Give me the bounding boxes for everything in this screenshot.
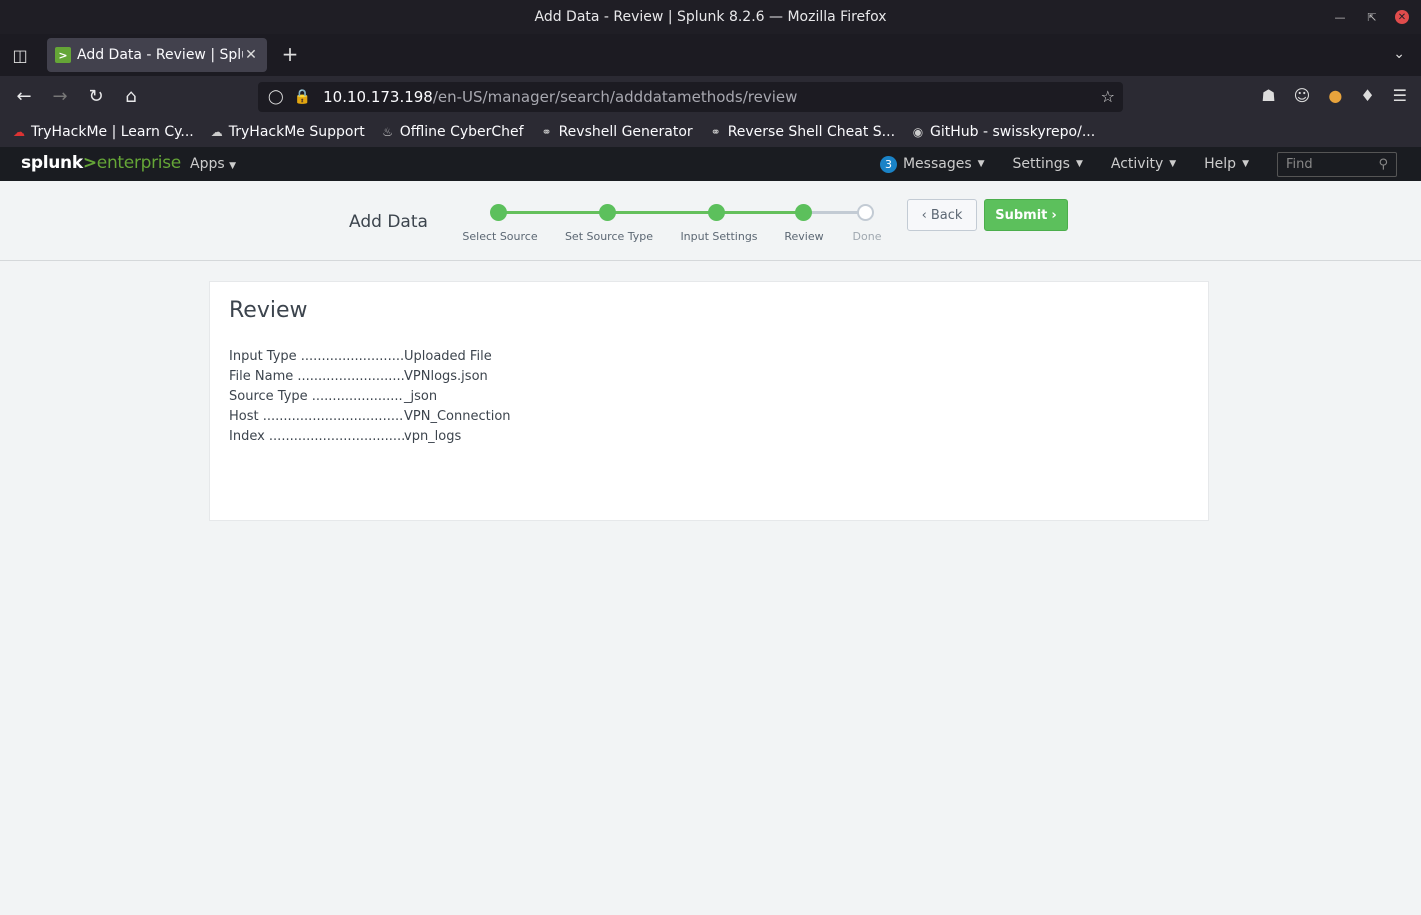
url-security-icons[interactable]: ◯ 🔒	[268, 89, 311, 105]
settings-menu[interactable]: Settings ▼	[1013, 156, 1083, 172]
splunk-logo[interactable]: splunk>enterprise	[21, 153, 181, 173]
cloud-icon: ☁	[210, 125, 223, 139]
activity-menu[interactable]: Activity ▼	[1111, 156, 1176, 172]
step-dot-select-source	[490, 204, 507, 221]
help-menu[interactable]: Help ▼	[1204, 156, 1249, 172]
url-host: 10.10.173.198	[323, 88, 433, 106]
url-path: /en-US/manager/search/adddatamethods/rev…	[432, 88, 798, 106]
window-controls: — ⇱ ✕	[1331, 8, 1409, 26]
bookmark-cyberchef[interactable]: ♨ Offline CyberChef	[381, 124, 523, 140]
minimize-icon[interactable]: —	[1331, 8, 1349, 26]
search-icon: ⚲	[1378, 156, 1388, 172]
bookmark-tryhackme-support[interactable]: ☁ TryHackMe Support	[210, 124, 365, 140]
globe-icon: ⚭	[710, 125, 721, 139]
extension-cookie-icon[interactable]: ●	[1328, 86, 1342, 105]
find-input[interactable]: Find ⚲	[1277, 151, 1397, 177]
shield-icon[interactable]: ◯	[268, 89, 284, 105]
caret-down-icon: ▼	[1242, 159, 1249, 169]
globe-icon: ⚭	[541, 125, 552, 139]
home-icon[interactable]: ⌂	[120, 86, 142, 108]
pocket-icon[interactable]: ☗	[1261, 86, 1275, 105]
chevron-right-icon: ›	[1051, 207, 1057, 223]
review-row-index: Index ..................................…	[229, 429, 462, 444]
firefox-view-icon[interactable]: ◫	[0, 34, 40, 76]
restore-icon[interactable]: ⇱	[1363, 8, 1381, 26]
caret-down-icon: ▼	[977, 159, 985, 169]
list-all-tabs-icon[interactable]: ⌄	[1393, 46, 1405, 62]
tab-title: Add Data - Review | Splunk 8.2.6	[77, 47, 243, 63]
chef-hat-icon: ♨	[382, 125, 394, 139]
progress-line-complete	[498, 211, 803, 214]
bookmarks-toolbar: ☁ TryHackMe | Learn Cy... ☁ TryHackMe Su…	[0, 118, 1421, 146]
step-dot-done	[857, 204, 874, 221]
review-panel: Review Input Type ......................…	[209, 281, 1209, 521]
url-bar[interactable]: ◯ 🔒 10.10.173.198/en-US/manager/search/a…	[258, 82, 1123, 112]
bookmark-reverse-shell-cheat[interactable]: ⚭ Reverse Shell Cheat S...	[709, 124, 895, 140]
bookmark-revshell[interactable]: ⚭ Revshell Generator	[540, 124, 693, 140]
step-label-set-source-type: Set Source Type	[564, 230, 654, 243]
review-row-host: Host ...................................…	[229, 409, 511, 424]
messages-menu[interactable]: 3 Messages ▼	[879, 155, 985, 173]
account-icon[interactable]: ☺	[1294, 86, 1311, 105]
tab-add-data-review[interactable]: > Add Data - Review | Splunk 8.2.6 ✕	[47, 38, 267, 72]
messages-count-badge: 3	[879, 155, 897, 173]
splunk-topbar-right: 3 Messages ▼ Settings ▼ Activity ▼ Help …	[879, 147, 1421, 181]
step-dot-input-settings	[708, 204, 725, 221]
caret-down-icon: ▼	[229, 161, 237, 171]
step-label-done: Done	[852, 230, 882, 243]
bookmark-tryhackme[interactable]: ☁ TryHackMe | Learn Cy...	[12, 124, 194, 140]
step-label-select-source: Select Source	[462, 230, 538, 243]
window-title: Add Data - Review | Splunk 8.2.6 — Mozil…	[534, 9, 887, 25]
back-button[interactable]: ‹ Back	[907, 199, 977, 231]
insecure-lock-icon[interactable]: 🔒	[294, 89, 311, 105]
step-dot-review	[795, 204, 812, 221]
review-row-input-type: Input Type .............................…	[229, 349, 492, 364]
review-title: Review	[229, 298, 308, 323]
page-title: Add Data	[349, 212, 428, 232]
forward-arrow-icon[interactable]: →	[49, 86, 71, 108]
splunk-favicon-icon: >	[55, 47, 71, 63]
caret-down-icon: ▼	[1075, 159, 1083, 169]
chevron-left-icon: ‹	[921, 207, 927, 223]
step-dot-set-source-type	[599, 204, 616, 221]
apps-menu[interactable]: Apps ▼	[190, 156, 236, 172]
caret-down-icon: ▼	[1169, 159, 1177, 169]
splunk-topbar: splunk>enterprise Apps ▼ 3 Messages ▼ Se…	[0, 147, 1421, 181]
review-details: Input Type .............................…	[229, 347, 511, 447]
submit-button[interactable]: Submit ›	[984, 199, 1068, 231]
bookmark-github[interactable]: ◉ GitHub - swisskyrepo/...	[911, 124, 1095, 140]
review-row-source-type: Source Type ............................…	[229, 389, 438, 404]
extensions-puzzle-icon[interactable]: ♦	[1360, 86, 1374, 105]
cloud-icon: ☁	[13, 125, 25, 139]
reload-icon[interactable]: ↻	[85, 86, 107, 108]
tab-strip: ◫ > Add Data - Review | Splunk 8.2.6 ✕ +…	[0, 34, 1421, 76]
new-tab-icon[interactable]: +	[280, 44, 300, 64]
main-content: Add Data Select Source Set Source Type I…	[0, 181, 1421, 915]
close-tab-icon[interactable]: ✕	[243, 47, 259, 63]
close-window-icon[interactable]: ✕	[1395, 10, 1409, 24]
back-arrow-icon[interactable]: ←	[13, 86, 35, 108]
github-icon: ◉	[912, 125, 924, 139]
wizard-header: Add Data Select Source Set Source Type I…	[0, 181, 1421, 261]
menu-hamburger-icon[interactable]: ☰	[1393, 86, 1407, 105]
bookmark-star-icon[interactable]: ☆	[1101, 87, 1115, 106]
window-titlebar: Add Data - Review | Splunk 8.2.6 — Mozil…	[0, 0, 1421, 34]
review-row-file-name: File Name ..............................…	[229, 369, 488, 384]
nav-toolbar: ← → ↻ ⌂ ◯ 🔒 10.10.173.198/en-US/manager/…	[0, 76, 1421, 118]
toolbar-extensions: ☗ ☺ ● ♦ ☰	[1261, 86, 1407, 105]
